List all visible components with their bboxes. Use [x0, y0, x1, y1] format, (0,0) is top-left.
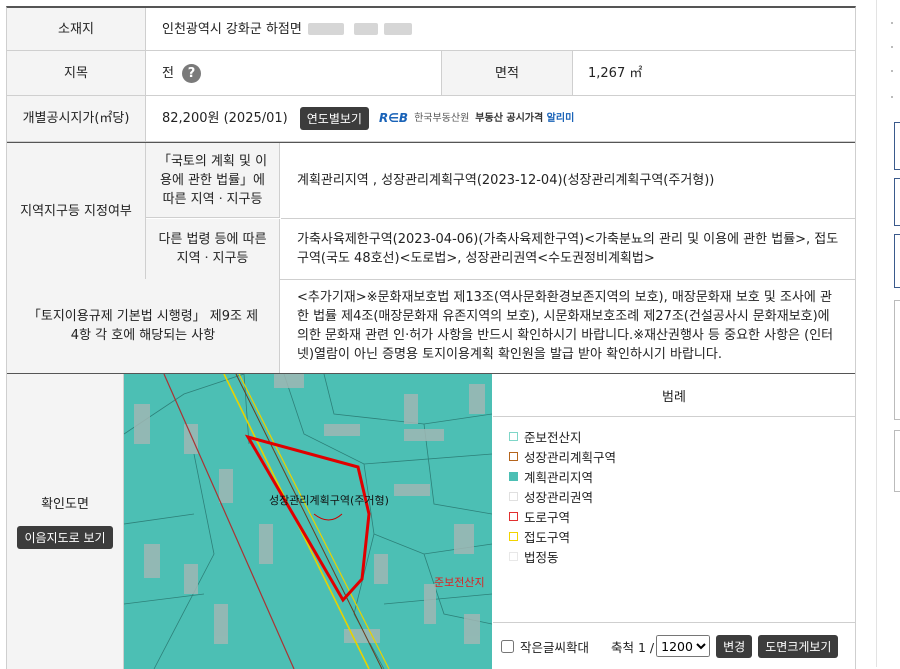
side-box[interactable]: [894, 178, 900, 226]
map-zone-label: 성장관리계획구역(주거형): [269, 494, 389, 507]
price-label: 개별공시지가(㎡당): [7, 96, 146, 141]
map-label-cell: 확인도면 이음지도로 보기: [7, 374, 124, 669]
map-label: 확인도면: [41, 496, 89, 512]
price-value: 82,200원 (2025/01): [162, 111, 288, 126]
reb-link[interactable]: R∈B 한국부동산원 부동산 공시가격 알리미: [379, 109, 574, 128]
scale-select[interactable]: 1200: [656, 635, 711, 657]
legend-title: 범례: [493, 374, 855, 417]
price-value-cell: 82,200원 (2025/01) 연도별보기 R∈B 한국부동산원 부동산 공…: [146, 96, 855, 141]
regulation-value: <추가기재>※문화재보호법 제13조(역사문화환경보존지역의 보호), 매장문화…: [297, 290, 834, 362]
legend-swatch: [509, 491, 518, 501]
jimok-value: 전: [162, 65, 174, 81]
map-background: [124, 374, 492, 669]
location-label: 소재지: [7, 8, 146, 50]
side-box[interactable]: [894, 234, 900, 288]
regulation-row: 「토지이용규제 기본법 시행령」 제9조 제4항 각 호에 해당되는 사항 <추…: [7, 279, 855, 374]
side-dot: [891, 22, 893, 24]
legend-item: 성장관리계획구역: [509, 446, 616, 466]
map-controls: 작은글씨확대 축척 1 / 1200 변경 도면크게보기: [493, 622, 855, 669]
zoning-sub2-value: 가축사육제한구역(2023-04-06)(가축사육제한구역)<가축분뇨의 관리 …: [297, 232, 839, 266]
small-text-enlarge-label: 작은글씨확대: [520, 639, 590, 655]
price-row: 개별공시지가(㎡당) 82,200원 (2025/01) 연도별보기 R∈B 한…: [7, 96, 855, 142]
legend-item: 계획관리지역: [509, 466, 616, 486]
legend-swatch: [509, 451, 518, 461]
map-row: 확인도면 이음지도로 보기 성장관리계획구역(주거형) 준보전산지 범례 준보전…: [7, 374, 855, 669]
legend-list: 준보전산지성장관리계획구역계획관리지역성장관리권역도로구역접도구역법정동: [509, 426, 616, 566]
reb-logo: R∈B: [378, 111, 409, 125]
map-forest-label: 준보전산지: [434, 576, 485, 589]
location-value-cell: 인천광역시 강화군 하점면: [146, 8, 855, 50]
legend-label: 준보전산지: [524, 429, 582, 445]
legend-swatch: [509, 531, 518, 541]
land-use-plan-table: 소재지 인천광역시 강화군 하점면 지목 전 ? 면적 1,267 ㎡ 개별공시…: [6, 6, 856, 669]
legend-item: 접도구역: [509, 526, 616, 546]
redacted-address: [383, 23, 412, 35]
side-box: [894, 430, 900, 492]
legend-swatch: [509, 551, 518, 561]
small-text-enlarge-checkbox[interactable]: [501, 639, 514, 653]
change-scale-button[interactable]: 변경: [716, 634, 753, 658]
side-box: [894, 300, 900, 420]
location-row: 소재지 인천광역시 강화군 하점면: [7, 8, 855, 51]
zoning-label: 지역지구등 지정여부: [7, 143, 146, 279]
legend-swatch: [509, 471, 518, 481]
legend-item: 준보전산지: [509, 426, 616, 446]
legend-label: 계획관리지역: [524, 469, 594, 485]
side-box[interactable]: [894, 122, 900, 170]
legend-item: 도로구역: [509, 506, 616, 526]
parcel-map[interactable]: 성장관리계획구역(주거형) 준보전산지: [124, 374, 492, 669]
side-dot: [891, 70, 893, 72]
legend-label: 성장관리권역: [524, 489, 594, 505]
scale-label: 축척 1 /: [611, 639, 655, 655]
eum-map-button[interactable]: 이음지도로 보기: [17, 525, 113, 549]
help-icon[interactable]: ?: [181, 63, 201, 83]
legend-label: 도로구역: [524, 509, 571, 525]
legend-label: 접도구역: [524, 529, 571, 545]
redacted-address: [307, 23, 344, 35]
right-side-panel: [876, 0, 900, 667]
zoning-row: 지역지구등 지정여부 「국토의 계획 및 이용에 관한 법률」에 따른 지역ㆍ지…: [7, 142, 855, 280]
legend-item: 성장관리권역: [509, 486, 616, 506]
yearly-view-button[interactable]: 연도별보기: [299, 107, 369, 130]
side-dot: [891, 46, 893, 48]
reb-service-name: 부동산 공시가격 알리미: [475, 113, 575, 124]
legend-item: 법정동: [509, 546, 616, 566]
legend-label: 성장관리계획구역: [524, 449, 617, 465]
reb-org-name: 한국부동산원: [414, 113, 470, 124]
zoning-sub1-value: 계획관리지역 , 성장관리계획구역(2023-12-04)(성장관리계획구역(주…: [281, 143, 855, 219]
regulation-label: 「토지이용규제 기본법 시행령」 제9조 제4항 각 호에 해당되는 사항: [7, 279, 280, 373]
redacted-address: [353, 23, 378, 35]
side-dot: [891, 96, 893, 98]
legend-swatch: [509, 431, 518, 441]
jimok-label: 지목: [7, 51, 146, 95]
jimok-value-cell: 전 ?: [146, 51, 442, 95]
jimok-row: 지목 전 ? 면적 1,267 ㎡: [7, 51, 855, 96]
area-label: 면적: [441, 51, 573, 95]
zoning-sub1-label: 「국토의 계획 및 이용에 관한 법률」에 따른 지역ㆍ지구등: [146, 143, 280, 218]
legend-swatch: [509, 511, 518, 521]
enlarge-map-button[interactable]: 도면크게보기: [758, 634, 839, 658]
legend-label: 법정동: [524, 549, 559, 565]
zoning-sub2-label: 다른 법령 등에 따른 지역ㆍ지구등: [146, 219, 280, 279]
location-value: 인천광역시 강화군 하점면: [162, 21, 302, 37]
area-value: 1,267 ㎡: [588, 65, 643, 81]
